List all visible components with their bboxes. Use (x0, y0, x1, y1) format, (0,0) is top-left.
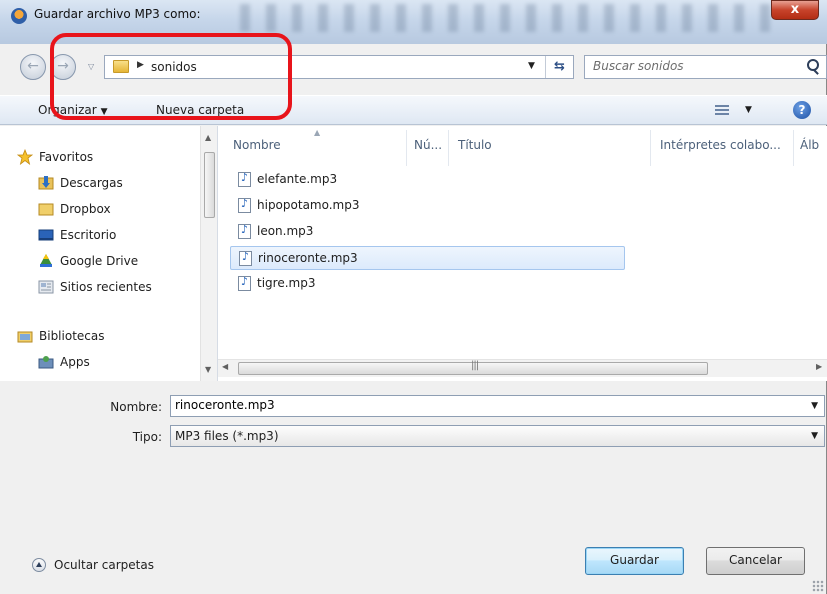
file-type-value: MP3 files (*.mp3) (175, 429, 279, 443)
recent-locations-icon[interactable]: ▽ (88, 62, 94, 71)
file-list: ▲ Nombre Nú... Título Intérpretes colabo… (218, 126, 827, 381)
search-box[interactable] (584, 55, 827, 79)
chevron-down-icon: ▼ (811, 431, 818, 441)
folder-icon (113, 60, 129, 73)
title-bar: Guardar archivo MP3 como: x (0, 0, 827, 44)
search-input[interactable] (593, 59, 793, 73)
recent-places-icon (38, 279, 54, 295)
navigation-scrollbar[interactable]: ▲ ▼ (200, 126, 217, 381)
sidebar-item-label: Descargas (60, 176, 123, 190)
toolbar: Organizar ▼ Nueva carpeta ▼ ? (0, 95, 827, 125)
type-label: Tipo: (132, 430, 162, 444)
chevron-down-icon[interactable]: ▼ (745, 105, 752, 115)
sidebar-item-label: Dropbox (60, 202, 111, 216)
chevron-down-icon: ▼ (100, 107, 108, 117)
downloads-folder-icon (38, 175, 54, 191)
column-header-number[interactable]: Nú... (414, 138, 442, 152)
column-header-artists[interactable]: Intérpretes colabo... (660, 138, 781, 152)
star-icon (16, 148, 34, 166)
audio-file-icon (238, 197, 251, 213)
audio-file-icon (238, 171, 251, 187)
scroll-up-icon[interactable]: ▲ (205, 133, 211, 142)
breadcrumb-sonidos[interactable]: sonidos (151, 60, 197, 74)
refresh-button[interactable]: ⇆ (545, 56, 573, 78)
window-title: Guardar archivo MP3 como: (34, 7, 201, 21)
column-divider[interactable] (793, 130, 794, 166)
scroll-right-icon[interactable]: ▶ (816, 362, 822, 371)
back-button[interactable]: ← (20, 54, 46, 80)
file-row[interactable]: tigre.mp3 (230, 272, 625, 296)
scroll-thumb[interactable] (204, 152, 215, 218)
hide-folders-label: Ocultar carpetas (54, 558, 154, 572)
scroll-down-icon[interactable]: ▼ (205, 365, 211, 374)
scroll-left-icon[interactable]: ◀ (222, 362, 228, 371)
grip-icon: ||| (471, 360, 479, 371)
headphones-icon (11, 8, 27, 24)
horizontal-scrollbar[interactable]: ◀ ||| ▶ (218, 359, 827, 377)
file-name: hipopotamo.mp3 (257, 198, 360, 212)
file-type-select[interactable]: MP3 files (*.mp3) ▼ (170, 425, 825, 447)
view-options-icon[interactable] (715, 105, 729, 115)
folder-icon (38, 201, 54, 217)
chevron-down-icon[interactable]: ▼ (528, 61, 535, 71)
collapse-up-icon (32, 558, 46, 572)
sidebar-item-label: Favoritos (39, 150, 94, 164)
background-blur (240, 4, 780, 32)
close-button[interactable]: x (771, 0, 819, 20)
column-header-album[interactable]: Álb (800, 138, 819, 152)
filename-combobox[interactable]: ▼ (170, 395, 825, 417)
file-name: elefante.mp3 (257, 172, 338, 186)
sort-ascending-icon: ▲ (314, 128, 321, 137)
column-header-name[interactable]: Nombre (233, 138, 281, 152)
address-row: ← → ▽ ▶ sonidos ▼ ⇆ (0, 48, 827, 88)
column-divider[interactable] (406, 130, 407, 166)
file-name: tigre.mp3 (257, 276, 316, 290)
filename-input[interactable] (175, 398, 795, 412)
cancel-button[interactable]: Cancelar (706, 547, 805, 575)
sidebar-item-label: Apps (60, 355, 90, 369)
desktop-icon (38, 227, 54, 243)
apps-icon (38, 354, 54, 370)
file-name: leon.mp3 (257, 224, 314, 238)
google-drive-icon (38, 253, 54, 269)
resize-grip-icon[interactable] (812, 580, 824, 592)
forward-button[interactable]: → (50, 54, 76, 80)
file-row-selected[interactable]: rinoceronte.mp3 (230, 246, 625, 270)
file-row[interactable]: elefante.mp3 (230, 168, 625, 192)
column-divider[interactable] (448, 130, 449, 166)
file-name: rinoceronte.mp3 (258, 251, 358, 265)
new-folder-button[interactable]: Nueva carpeta (156, 103, 244, 117)
address-bar[interactable]: ▶ sonidos ▼ ⇆ (104, 55, 574, 79)
breadcrumb-arrow-icon[interactable]: ▶ (137, 60, 144, 70)
sidebar-item-label: Google Drive (60, 254, 139, 268)
organize-label: Organizar (38, 103, 97, 117)
sidebar-item-label: Escritorio (60, 228, 117, 242)
organize-button[interactable]: Organizar ▼ (38, 103, 108, 117)
column-divider[interactable] (650, 130, 651, 166)
column-header-title[interactable]: Título (458, 138, 492, 152)
navigation-pane: Favoritos Descargas Dropbox Escritorio G… (0, 126, 218, 381)
sidebar-item-label: Bibliotecas (39, 329, 105, 343)
chevron-down-icon[interactable]: ▼ (811, 401, 818, 411)
search-icon[interactable] (807, 59, 819, 71)
sidebar-item-label: Sitios recientes (60, 280, 152, 294)
save-dialog: Guardar archivo MP3 como: x ← → ▽ ▶ soni… (0, 0, 827, 594)
libraries-icon (17, 328, 33, 344)
audio-file-icon (238, 275, 251, 291)
file-row[interactable]: hipopotamo.mp3 (230, 194, 625, 218)
scroll-thumb[interactable]: ||| (238, 360, 708, 375)
filename-label: Nombre: (110, 400, 162, 414)
audio-file-icon (238, 223, 251, 239)
file-row[interactable]: leon.mp3 (230, 220, 625, 244)
audio-file-icon (239, 250, 252, 266)
save-button[interactable]: Guardar (585, 547, 684, 575)
help-icon[interactable]: ? (793, 101, 811, 119)
